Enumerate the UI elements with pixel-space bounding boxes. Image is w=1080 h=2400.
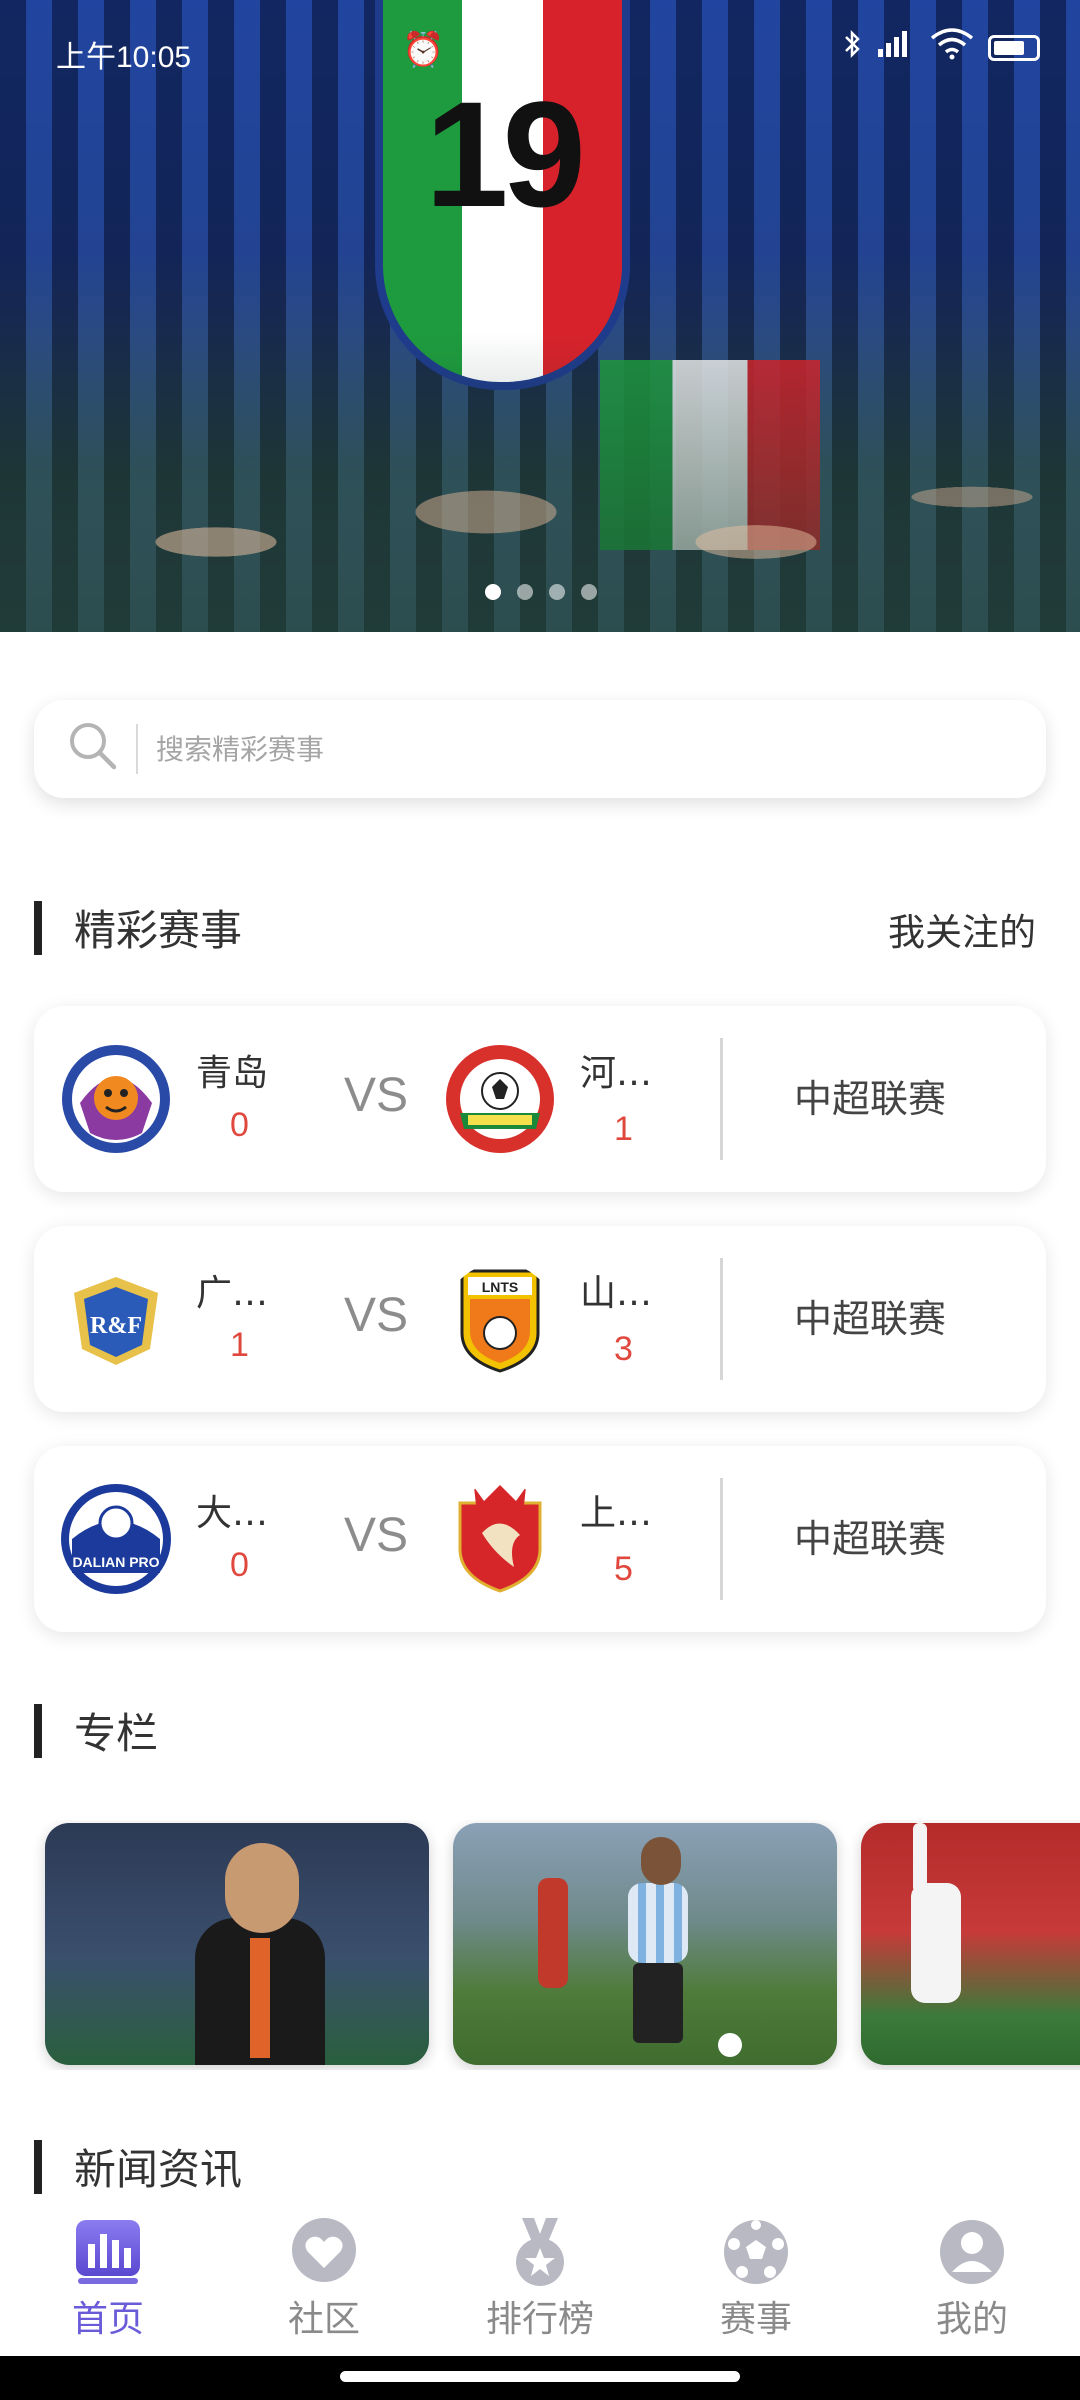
bottom-navigation: 首页 社区 排行榜 赛事 我的 [0,2196,1080,2356]
search-bar[interactable] [34,700,1046,798]
news-section-title: 新闻资讯 [74,2145,243,2194]
match-card[interactable]: DALIAN PRO 大… 0 VS 上… 5 中超联赛 [34,1446,1046,1632]
svg-text:R&F: R&F [90,1313,142,1339]
search-input[interactable] [156,732,976,766]
column-photo [911,1883,961,2003]
away-team-score: 3 [614,1330,633,1368]
match-divider [720,1478,723,1600]
home-team-score: 1 [230,1326,249,1364]
banner-pagination [485,584,597,600]
section-accent-bar [34,900,42,955]
followed-matches-link[interactable]: 我关注的 [888,902,1036,956]
nav-ranking[interactable]: 排行榜 [460,2216,620,2342]
team-logo-qingdao [60,1043,172,1155]
nav-matches-label: 赛事 [719,2299,792,2340]
column-card[interactable] [45,1823,429,2065]
column-carousel[interactable] [0,1820,1080,2070]
column-photo [538,1878,568,1988]
match-card[interactable]: R&F 广… 1 VS LNTS 山… 3 中超联赛 [34,1226,1046,1412]
status-icons [842,28,1040,68]
nav-home[interactable]: 首页 [28,2216,188,2342]
alarm-icon: ⏰ [402,31,445,69]
banner-dot-4[interactable] [581,584,597,600]
nav-ranking-label: 排行榜 [485,2299,594,2340]
user-icon [936,2216,1008,2288]
match-divider [720,1258,723,1380]
home-team-name: 青岛 [196,1053,269,1094]
heart-bubble-icon [288,2216,360,2288]
column-photo-detail [718,2033,742,2057]
vs-label: VS [344,1069,409,1122]
banner-dot-1[interactable] [485,584,501,600]
league-name: 中超联赛 [794,1297,947,1341]
soccer-ball-icon [720,2216,792,2288]
team-logo-henan [444,1043,556,1155]
svg-text:DALIAN PRO: DALIAN PRO [72,1554,159,1570]
news-section-header: 新闻资讯 [34,2136,242,2197]
search-icon [66,719,126,779]
column-photo-detail [641,1837,681,1885]
home-team-name: 大… [196,1493,269,1534]
home-team-score: 0 [230,1106,249,1144]
league-name: 中超联赛 [794,1517,947,1561]
nav-community[interactable]: 社区 [244,2216,404,2342]
search-divider [136,724,138,774]
signal-icon [876,29,916,67]
column-section-header: 专栏 [34,1700,158,1761]
home-indicator[interactable] [340,2371,740,2382]
team-logo-dalian: DALIAN PRO [60,1483,172,1595]
nav-profile-label: 我的 [935,2299,1008,2340]
column-card[interactable] [453,1823,837,2065]
team-logo-shandong: LNTS [444,1263,556,1375]
medal-icon [504,2216,576,2288]
svg-text:LNTS: LNTS [482,1279,519,1295]
team-logo-shanghai-port [444,1483,556,1595]
column-photo-detail [225,1843,299,1933]
section-accent-bar [34,2139,42,2194]
column-photo-detail [250,1938,270,2058]
league-name: 中超联赛 [794,1077,947,1121]
matches-section-header: 精彩赛事 [34,897,242,958]
home-team-name: 广… [196,1273,269,1314]
section-accent-bar [34,1703,42,1758]
away-team-name: 上… [580,1493,653,1534]
hero-banner[interactable]: 19 上午10:05 ⏰ [0,0,1080,632]
match-card[interactable]: 青岛 0 VS 河… 1 中超联赛 [34,1006,1046,1192]
away-team-name: 河… [580,1053,653,1094]
away-team-name: 山… [580,1273,653,1314]
bluetooth-icon [842,29,862,67]
column-photo-detail [633,1963,683,2043]
wifi-icon [930,28,974,68]
away-team-score: 1 [614,1110,633,1148]
status-bar: 上午10:05 ⏰ [0,0,1080,100]
column-section-title: 专栏 [74,1709,159,1758]
nav-community-label: 社区 [287,2299,360,2340]
status-time: 上午10:05 [56,41,192,74]
banner-dot-2[interactable] [517,584,533,600]
banner-dot-3[interactable] [549,584,565,600]
nav-home-label: 首页 [71,2299,144,2340]
column-photo-detail [628,1883,688,1963]
column-card[interactable] [861,1823,1080,2065]
nav-matches[interactable]: 赛事 [676,2216,836,2342]
vs-label: VS [344,1289,409,1342]
team-logo-guangzhou-rf: R&F [60,1263,172,1375]
column-photo-detail [913,1823,927,1893]
chart-bars-icon [72,2216,144,2288]
home-team-score: 0 [230,1546,249,1584]
away-team-score: 5 [614,1550,633,1588]
matches-section-title: 精彩赛事 [74,906,243,955]
nav-profile[interactable]: 我的 [892,2216,1052,2342]
vs-label: VS [344,1509,409,1562]
battery-icon [988,35,1040,61]
match-divider [720,1038,723,1160]
